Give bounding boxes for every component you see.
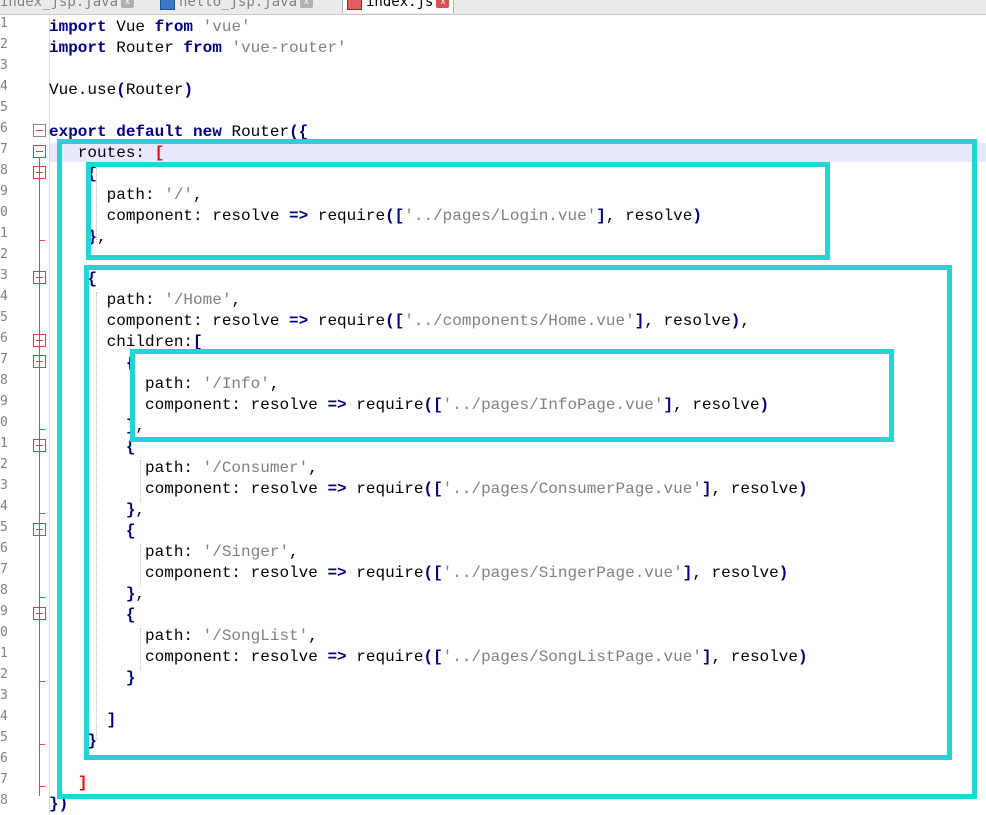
line-number: 7 (0, 352, 8, 367)
close-tab-icon[interactable]: x (436, 0, 450, 8)
code-token: Router (106, 39, 184, 57)
close-tab-icon[interactable]: x (121, 0, 135, 8)
code-token: ( (116, 81, 126, 99)
fold-end-marker (39, 744, 45, 745)
line-number: 4 (0, 709, 8, 724)
code-line: import Router from 'vue-router' (49, 38, 347, 59)
fold-end-marker (39, 597, 45, 598)
line-number: 6 (0, 751, 8, 766)
line-number: 1 (0, 226, 8, 241)
line-number: 5 (0, 520, 8, 535)
line-number: 5 (0, 310, 8, 325)
highlight-home-route-box (84, 265, 952, 760)
line-number: 8 (0, 163, 8, 178)
line-number: 1 (0, 16, 8, 31)
code-token: Vue (106, 18, 155, 36)
code-token: import (49, 39, 107, 57)
tab-label: index.js (366, 0, 434, 10)
code-token: 'vue-router' (231, 39, 347, 57)
line-number: 8 (0, 373, 8, 388)
line-number: 2 (0, 247, 8, 262)
line-number: 6 (0, 121, 8, 136)
line-number: 3 (0, 268, 8, 283)
line-number: 4 (0, 289, 8, 304)
line-number: 1 (0, 436, 8, 451)
line-number: 6 (0, 541, 8, 556)
fold-end-marker (39, 240, 45, 241)
tab-index-js[interactable]: index.js x (342, 0, 455, 13)
line-number: 2 (0, 37, 8, 52)
code-token: ) (183, 81, 194, 99)
line-number: 4 (0, 499, 8, 514)
code-token: 'vue' (202, 18, 251, 36)
code-token: Router (125, 81, 184, 99)
line-number: 0 (0, 415, 8, 430)
line-number: 0 (0, 205, 8, 220)
highlight-login-route-box (86, 162, 830, 260)
line-number: 8 (0, 793, 8, 808)
line-number: 2 (0, 457, 8, 472)
line-number: 5 (0, 100, 8, 115)
tab-label: index_jsp.java (0, 0, 119, 10)
tab-label: hello_jsp.java (179, 0, 298, 10)
code-token: from (183, 39, 222, 57)
file-save-icon (160, 0, 175, 10)
code-token: Vue.use (49, 81, 117, 99)
line-number: 3 (0, 478, 8, 493)
line-number: 7 (0, 562, 8, 577)
fold-range-line (39, 158, 40, 796)
line-number: 3 (0, 58, 8, 73)
highlight-info-child-box (130, 349, 894, 442)
fold-end-marker (39, 429, 45, 430)
line-number: 9 (0, 394, 8, 409)
line-number: 7 (0, 772, 8, 787)
line-number: 9 (0, 184, 8, 199)
tab-hello-jsp[interactable]: hello_jsp.java x (160, 0, 314, 13)
tab-index-jsp[interactable]: index_jsp.java x (0, 0, 135, 13)
line-number: 5 (0, 730, 8, 745)
line-number: 9 (0, 604, 8, 619)
line-number: 3 (0, 688, 8, 703)
fold-end-marker (39, 513, 45, 514)
fold-end-marker (39, 681, 45, 682)
line-number: 4 (0, 79, 8, 94)
fold-toggle-icon[interactable] (33, 124, 46, 137)
line-number: 2 (0, 667, 8, 682)
file-modified-icon (347, 0, 362, 10)
code-token: from (154, 18, 194, 36)
code-line: import Vue from 'vue' (49, 17, 251, 38)
fold-end-marker (39, 786, 45, 787)
code-line: Vue.use(Router) (49, 80, 193, 101)
code-token: import (49, 18, 107, 36)
line-number: 7 (0, 142, 8, 157)
line-number: 6 (0, 331, 8, 346)
line-number: 8 (0, 583, 8, 598)
fold-toggle-icon[interactable] (33, 145, 46, 158)
tab-bar: index_jsp.java x hello_jsp.java x index.js… (0, 0, 986, 15)
line-number: 1 (0, 646, 8, 661)
line-number: 0 (0, 625, 8, 640)
close-tab-icon[interactable]: x (300, 0, 314, 8)
